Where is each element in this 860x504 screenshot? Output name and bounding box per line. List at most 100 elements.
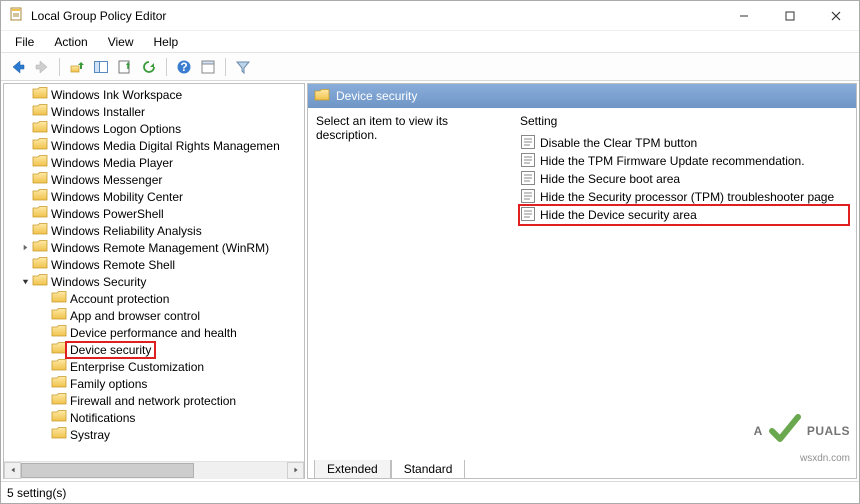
- setting-item[interactable]: Hide the Secure boot area: [520, 170, 848, 188]
- properties-button[interactable]: [197, 56, 219, 78]
- setting-item-label: Disable the Clear TPM button: [540, 136, 697, 150]
- tree-item[interactable]: Notifications: [4, 409, 304, 426]
- folder-icon: [32, 205, 48, 222]
- tree-item-label: Systray: [67, 428, 113, 442]
- tree-item-label: Enterprise Customization: [67, 360, 207, 374]
- setting-item-label: Hide the Device security area: [540, 208, 697, 222]
- folder-icon: [51, 392, 67, 409]
- tree-item[interactable]: Account protection: [4, 290, 304, 307]
- tree-item[interactable]: Windows Media Player: [4, 154, 304, 171]
- tree-item[interactable]: Windows PowerShell: [4, 205, 304, 222]
- collapse-icon[interactable]: [18, 277, 32, 286]
- window-title: Local Group Policy Editor: [31, 9, 721, 23]
- tree-item[interactable]: Windows Logon Options: [4, 120, 304, 137]
- folder-icon: [32, 188, 48, 205]
- tree-item[interactable]: Windows Remote Shell: [4, 256, 304, 273]
- setting-item[interactable]: Hide the Security processor (TPM) troubl…: [520, 188, 848, 206]
- setting-item[interactable]: Disable the Clear TPM button: [520, 134, 848, 152]
- tree-item[interactable]: Windows Installer: [4, 103, 304, 120]
- content-header: Device security: [308, 84, 856, 108]
- tree-item[interactable]: Device security: [4, 341, 304, 358]
- forward-button[interactable]: [31, 56, 53, 78]
- folder-icon: [51, 409, 67, 426]
- status-bar: 5 setting(s): [1, 481, 859, 503]
- setting-column-header[interactable]: Setting: [520, 114, 848, 134]
- menu-file[interactable]: File: [5, 33, 44, 51]
- tab-extended[interactable]: Extended: [314, 460, 391, 479]
- folder-icon: [32, 86, 48, 103]
- tree-item[interactable]: Windows Security: [4, 273, 304, 290]
- tree-item-label: Family options: [67, 377, 150, 391]
- menu-bar: File Action View Help: [1, 31, 859, 53]
- scrollbar-thumb[interactable]: [21, 463, 194, 478]
- setting-icon: [520, 170, 536, 189]
- tree-item-label: Windows Installer: [48, 105, 148, 119]
- folder-icon: [32, 222, 48, 239]
- maximize-button[interactable]: [767, 1, 813, 30]
- folder-icon: [314, 88, 330, 105]
- setting-item-label: Hide the Secure boot area: [540, 172, 680, 186]
- content-header-title: Device security: [336, 89, 417, 103]
- up-level-button[interactable]: [66, 56, 88, 78]
- folder-icon: [32, 103, 48, 120]
- setting-item[interactable]: Hide the Device security area: [520, 206, 848, 224]
- show-hide-tree-button[interactable]: [90, 56, 112, 78]
- tree-item[interactable]: Family options: [4, 375, 304, 392]
- folder-icon: [32, 239, 48, 256]
- tree-item-label: Windows Ink Workspace: [48, 88, 185, 102]
- back-button[interactable]: [7, 56, 29, 78]
- folder-icon: [32, 137, 48, 154]
- tree-item[interactable]: Enterprise Customization: [4, 358, 304, 375]
- scrollbar-track[interactable]: [21, 462, 287, 479]
- folder-icon: [51, 324, 67, 341]
- refresh-button[interactable]: [138, 56, 160, 78]
- filter-button[interactable]: [232, 56, 254, 78]
- folder-icon: [32, 171, 48, 188]
- tree-item-label: Device security: [67, 343, 154, 357]
- close-button[interactable]: [813, 1, 859, 30]
- folder-icon: [51, 341, 67, 358]
- setting-item-label: Hide the TPM Firmware Update recommendat…: [540, 154, 805, 168]
- tab-standard[interactable]: Standard: [391, 460, 466, 479]
- help-button[interactable]: [173, 56, 195, 78]
- tree-item-label: Device performance and health: [67, 326, 240, 340]
- folder-icon: [32, 120, 48, 137]
- scroll-left-button[interactable]: [4, 462, 21, 479]
- folder-icon: [51, 307, 67, 324]
- setting-icon: [520, 188, 536, 207]
- tree-item[interactable]: Windows Messenger: [4, 171, 304, 188]
- horizontal-scrollbar[interactable]: [4, 461, 304, 478]
- tree-item[interactable]: Windows Mobility Center: [4, 188, 304, 205]
- content-tabstrip: Extended Standard: [308, 456, 856, 478]
- setting-icon: [520, 206, 536, 225]
- toolbar: [1, 53, 859, 81]
- tree-item-label: Windows Media Player: [48, 156, 176, 170]
- folder-icon: [51, 290, 67, 307]
- tree-item[interactable]: Windows Reliability Analysis: [4, 222, 304, 239]
- scroll-right-button[interactable]: [287, 462, 304, 479]
- folder-icon: [32, 273, 48, 290]
- tree-item[interactable]: Windows Ink Workspace: [4, 86, 304, 103]
- separator: [166, 58, 167, 76]
- menu-view[interactable]: View: [98, 33, 144, 51]
- setting-item[interactable]: Hide the TPM Firmware Update recommendat…: [520, 152, 848, 170]
- tree-item[interactable]: Windows Media Digital Rights Managemen: [4, 137, 304, 154]
- tree-item[interactable]: App and browser control: [4, 307, 304, 324]
- tree-item[interactable]: Device performance and health: [4, 324, 304, 341]
- tree-item[interactable]: Windows Remote Management (WinRM): [4, 239, 304, 256]
- separator: [59, 58, 60, 76]
- menu-help[interactable]: Help: [144, 33, 189, 51]
- title-bar: Local Group Policy Editor: [1, 1, 859, 31]
- tree-item[interactable]: Systray: [4, 426, 304, 443]
- separator: [225, 58, 226, 76]
- setting-item-label: Hide the Security processor (TPM) troubl…: [540, 190, 834, 204]
- export-list-button[interactable]: [114, 56, 136, 78]
- tree-item-label: Windows Messenger: [48, 173, 165, 187]
- setting-icon: [520, 152, 536, 171]
- tree-item-label: Windows PowerShell: [48, 207, 167, 221]
- expand-icon[interactable]: [18, 243, 32, 252]
- minimize-button[interactable]: [721, 1, 767, 30]
- tree-item-label: Windows Mobility Center: [48, 190, 186, 204]
- menu-action[interactable]: Action: [44, 33, 97, 51]
- tree-item[interactable]: Firewall and network protection: [4, 392, 304, 409]
